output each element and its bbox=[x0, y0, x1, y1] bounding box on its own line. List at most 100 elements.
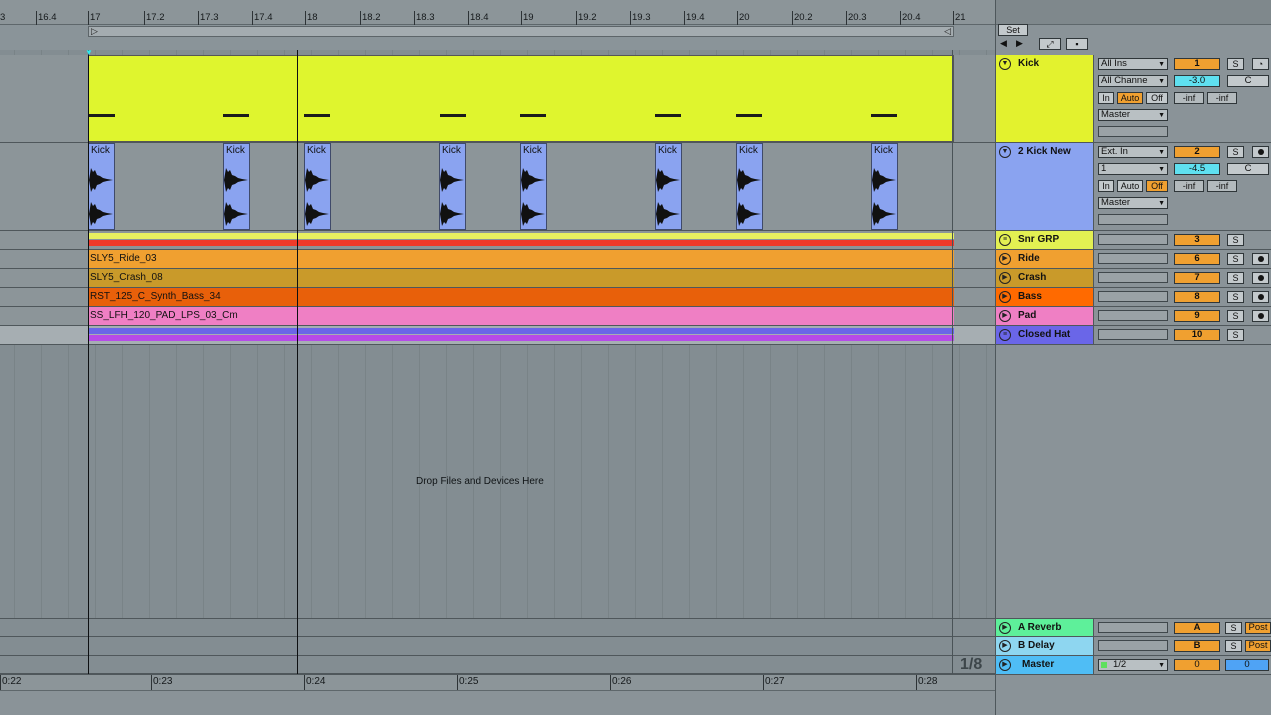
monitor-in-button[interactable]: In bbox=[1098, 92, 1114, 104]
track-activator-button[interactable]: 8 bbox=[1174, 291, 1220, 303]
track-lane-pad[interactable]: SS_LFH_120_PAD_LPS_03_Cm bbox=[0, 307, 995, 326]
beat-time-ruler[interactable]: 3 16.4 17 17.2 17.3 17.4 18 18.2 18.3 18.4 19 19.2 1… bbox=[0, 0, 995, 25]
play-icon[interactable]: ▶ bbox=[999, 272, 1011, 284]
track-header-ride[interactable]: ▶ Ride bbox=[996, 250, 1094, 268]
monitor-auto-button[interactable]: Auto bbox=[1117, 92, 1143, 104]
record-arm-button[interactable] bbox=[1252, 146, 1269, 158]
input-channel-select[interactable]: 1 bbox=[1098, 163, 1168, 175]
output-select[interactable]: Master bbox=[1098, 109, 1168, 121]
track-lane-ride[interactable]: SLY5_Ride_03 bbox=[0, 250, 995, 269]
solo-button[interactable]: S bbox=[1225, 640, 1242, 652]
track-activator-button[interactable]: 9 bbox=[1174, 310, 1220, 322]
audio-clip-kick[interactable]: Kick bbox=[439, 143, 466, 230]
audio-clip-kick[interactable]: Kick bbox=[871, 143, 898, 230]
output-channel-select[interactable] bbox=[1098, 214, 1168, 225]
arrangement-view[interactable]: Kick Kick Kick Kick Kick Kick Kick Kick SLY5_Ri… bbox=[0, 50, 995, 674]
play-icon[interactable]: ▶ bbox=[999, 253, 1011, 265]
track-header-2-kick-new[interactable]: ▼ 2 Kick New bbox=[996, 143, 1094, 230]
solo-button[interactable]: S bbox=[1227, 234, 1244, 246]
midi-note[interactable] bbox=[655, 114, 681, 117]
play-icon[interactable]: ▶ bbox=[999, 310, 1011, 322]
track-lane-closed-hat[interactable] bbox=[0, 326, 995, 345]
track-header-snr-grp[interactable]: ≡ Snr GRP bbox=[996, 231, 1094, 249]
audio-clip-bass[interactable]: RST_125_C_Synth_Bass_34 bbox=[88, 288, 954, 306]
volume-field[interactable]: -4.5 bbox=[1174, 163, 1220, 175]
midi-note[interactable] bbox=[736, 114, 762, 117]
prev-locator-icon[interactable]: ◀ bbox=[1000, 38, 1007, 49]
audio-clip-crash[interactable]: SLY5_Crash_08 bbox=[88, 269, 954, 287]
track-activator-button[interactable]: 1 bbox=[1174, 58, 1220, 70]
play-icon[interactable]: ▶ bbox=[999, 659, 1011, 671]
solo-button[interactable]: S bbox=[1227, 329, 1244, 341]
monitor-off-button[interactable]: Off bbox=[1146, 180, 1168, 192]
lock-icon[interactable]: ▪ bbox=[1066, 38, 1088, 50]
track-header-pad[interactable]: ▶ Pad bbox=[996, 307, 1094, 325]
track-activator-button[interactable]: 2 bbox=[1174, 146, 1220, 158]
midi-note[interactable] bbox=[89, 114, 115, 117]
next-locator-icon[interactable]: ▶ bbox=[1016, 38, 1023, 49]
solo-button[interactable]: S bbox=[1227, 291, 1244, 303]
return-activator-button[interactable]: A bbox=[1174, 622, 1220, 634]
expand-icon[interactable]: ⤢ bbox=[1039, 38, 1061, 50]
track-lane-2-kick-new[interactable]: Kick Kick Kick Kick Kick Kick Kick Kick bbox=[0, 143, 995, 231]
midi-note[interactable] bbox=[223, 114, 249, 117]
solo-button[interactable]: S bbox=[1227, 310, 1244, 322]
track-activator-button[interactable]: 3 bbox=[1174, 234, 1220, 246]
track-header-b-delay[interactable]: ▶ B Delay bbox=[996, 637, 1094, 655]
master-lane[interactable] bbox=[0, 656, 995, 674]
loop-start-marker-icon[interactable]: ▷ bbox=[91, 26, 98, 37]
midi-clip-kick[interactable] bbox=[88, 55, 954, 142]
track-activator-button[interactable]: 7 bbox=[1174, 272, 1220, 284]
record-arm-button[interactable] bbox=[1252, 291, 1269, 303]
record-arm-button[interactable] bbox=[1252, 310, 1269, 322]
track-header-a-reverb[interactable]: ▶ A Reverb bbox=[996, 619, 1094, 636]
routing-select[interactable] bbox=[1098, 622, 1168, 633]
post-button[interactable]: Post bbox=[1245, 640, 1271, 652]
midi-note[interactable] bbox=[871, 114, 897, 117]
track-lane-bass[interactable]: RST_125_C_Synth_Bass_34 bbox=[0, 288, 995, 307]
solo-button[interactable]: S bbox=[1227, 146, 1244, 158]
solo-button[interactable]: S bbox=[1227, 58, 1244, 70]
track-header-closed-hat[interactable]: ≡ Closed Hat bbox=[996, 326, 1094, 344]
solo-button[interactable]: S bbox=[1227, 272, 1244, 284]
audio-clip-pad[interactable]: SS_LFH_120_PAD_LPS_03_Cm bbox=[88, 307, 954, 325]
routing-select[interactable] bbox=[1098, 640, 1168, 651]
input-channel-select[interactable]: All Channe bbox=[1098, 75, 1168, 87]
fold-icon[interactable]: ▼ bbox=[999, 146, 1011, 158]
audio-clip-ride[interactable]: SLY5_Ride_03 bbox=[88, 250, 954, 268]
track-header-crash[interactable]: ▶ Crash bbox=[996, 269, 1094, 287]
track-activator-button[interactable]: 6 bbox=[1174, 253, 1220, 265]
audio-clip-kick[interactable]: Kick bbox=[520, 143, 547, 230]
routing-select[interactable] bbox=[1098, 272, 1168, 283]
monitor-off-button[interactable]: Off bbox=[1146, 92, 1168, 104]
routing-select[interactable] bbox=[1098, 234, 1168, 245]
record-arm-button[interactable] bbox=[1252, 272, 1269, 284]
solo-button[interactable]: S bbox=[1225, 622, 1242, 634]
return-activator-button[interactable]: B bbox=[1174, 640, 1220, 652]
playhead-cursor[interactable] bbox=[297, 50, 298, 676]
loop-end-marker-icon[interactable]: ◁ bbox=[944, 26, 951, 37]
play-icon[interactable]: ▶ bbox=[999, 622, 1011, 634]
post-button[interactable]: Post bbox=[1245, 622, 1271, 634]
audio-clip-kick[interactable]: Kick bbox=[655, 143, 682, 230]
track-lane-crash[interactable]: SLY5_Crash_08 bbox=[0, 269, 995, 288]
track-header-kick[interactable]: ▼ Kick bbox=[996, 55, 1094, 142]
record-arm-button[interactable] bbox=[1252, 253, 1269, 265]
master-volume[interactable]: 0 bbox=[1225, 659, 1269, 671]
monitor-auto-button[interactable]: Auto bbox=[1117, 180, 1143, 192]
routing-select[interactable] bbox=[1098, 253, 1168, 264]
master-cue-volume[interactable]: 0 bbox=[1174, 659, 1220, 671]
audio-clip-kick[interactable]: Kick bbox=[88, 143, 115, 230]
input-type-select[interactable]: All Ins bbox=[1098, 58, 1168, 70]
track-lane-snr-grp[interactable] bbox=[0, 231, 995, 250]
pan-field[interactable]: C bbox=[1227, 75, 1269, 87]
track-lane-kick[interactable] bbox=[0, 55, 995, 143]
output-channel-select[interactable] bbox=[1098, 126, 1168, 137]
audio-clip-kick[interactable]: Kick bbox=[304, 143, 331, 230]
return-lane-b-delay[interactable] bbox=[0, 637, 995, 656]
play-icon[interactable]: ▶ bbox=[999, 640, 1011, 652]
routing-select[interactable] bbox=[1098, 291, 1168, 302]
volume-field[interactable]: -3.0 bbox=[1174, 75, 1220, 87]
set-locator-button[interactable]: Set bbox=[998, 24, 1028, 36]
seconds-time-ruler[interactable]: 0:22 0:23 0:24 0:25 0:26 0:27 0:28 bbox=[0, 674, 995, 690]
